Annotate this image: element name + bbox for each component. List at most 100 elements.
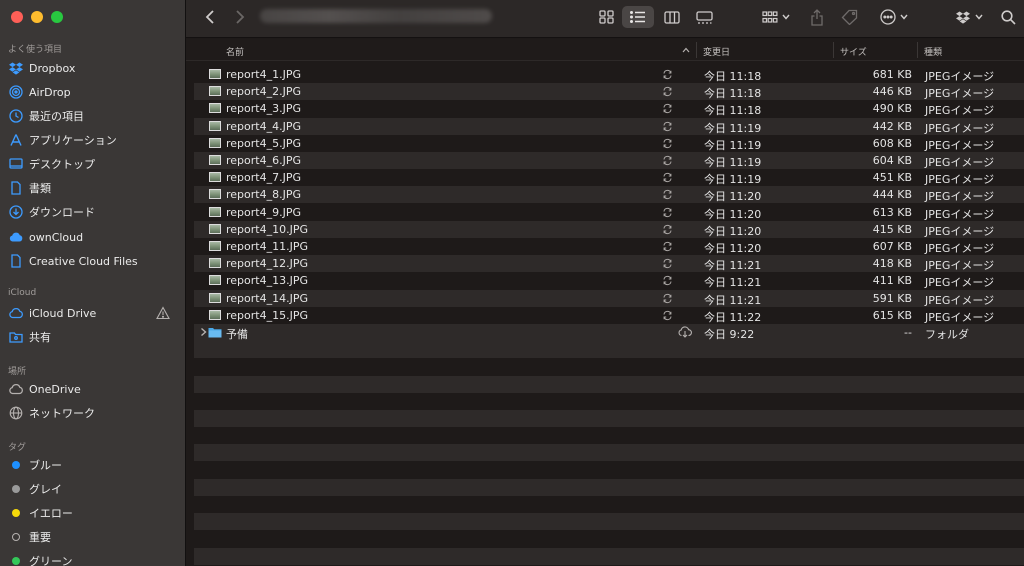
dropbox-icon bbox=[956, 11, 970, 24]
sidebar-item-documents[interactable]: 書類 bbox=[0, 177, 185, 199]
cloud-download-icon[interactable] bbox=[678, 326, 692, 338]
close-window-button[interactable] bbox=[11, 11, 23, 23]
file-modified: 今日 11:19 bbox=[704, 173, 762, 186]
sidebar-item-label: グレイ bbox=[29, 483, 62, 496]
sidebar-tag-yellow[interactable]: イエロー bbox=[0, 502, 185, 524]
file-row[interactable]: report4_3.JPG 今日 11:18 490 KB JPEGイメージ bbox=[194, 100, 1024, 117]
file-row[interactable]: report4_4.JPG 今日 11:19 442 KB JPEGイメージ bbox=[194, 118, 1024, 135]
column-divider[interactable] bbox=[833, 42, 834, 58]
file-row[interactable]: report4_11.JPG 今日 11:20 607 KB JPEGイメージ bbox=[194, 238, 1024, 255]
folder-icon bbox=[208, 328, 222, 338]
sync-status-icon bbox=[662, 69, 673, 80]
column-divider[interactable] bbox=[696, 42, 697, 58]
file-name: report4_7.JPG bbox=[226, 171, 301, 184]
file-kind: JPEGイメージ bbox=[925, 70, 995, 83]
sync-status-icon bbox=[662, 189, 673, 200]
file-size: 442 KB bbox=[872, 120, 912, 133]
search-button[interactable] bbox=[998, 6, 1018, 28]
sync-status-icon bbox=[662, 121, 673, 132]
file-size: 613 KB bbox=[872, 206, 912, 219]
applications-icon bbox=[9, 133, 23, 147]
sidebar-item-airdrop[interactable]: AirDrop bbox=[0, 81, 185, 103]
disclosure-triangle-icon[interactable] bbox=[199, 327, 208, 337]
column-divider[interactable] bbox=[917, 42, 918, 58]
sidebar-item-shared[interactable]: 共有 bbox=[0, 326, 185, 348]
grid-icon bbox=[598, 10, 614, 24]
sidebar-item-applications[interactable]: アプリケーション bbox=[0, 129, 185, 151]
sidebar-item-network[interactable]: ネットワーク bbox=[0, 402, 185, 424]
file-size: 444 KB bbox=[872, 188, 912, 201]
column-view-button[interactable] bbox=[658, 6, 686, 28]
image-thumbnail-icon bbox=[209, 138, 221, 148]
file-row[interactable]: report4_14.JPG 今日 11:21 591 KB JPEGイメージ bbox=[194, 290, 1024, 307]
image-thumbnail-icon bbox=[209, 241, 221, 251]
sidebar-item-desktop[interactable]: デスクトップ bbox=[0, 153, 185, 175]
file-row[interactable]: report4_10.JPG 今日 11:20 415 KB JPEGイメージ bbox=[194, 221, 1024, 238]
share-button[interactable] bbox=[806, 6, 828, 28]
column-header-kind[interactable]: 種類 bbox=[924, 45, 942, 58]
file-row[interactable]: report4_2.JPG 今日 11:18 446 KB JPEGイメージ bbox=[194, 83, 1024, 100]
desktop-icon bbox=[9, 157, 23, 171]
folder-modified: 今日 9:22 bbox=[704, 328, 755, 341]
sidebar-item-recents[interactable]: 最近の項目 bbox=[0, 105, 185, 127]
sidebar-item-label: 最近の項目 bbox=[29, 110, 84, 123]
column-header-name[interactable]: 名前 bbox=[226, 45, 244, 58]
file-row[interactable]: report4_7.JPG 今日 11:19 451 KB JPEGイメージ bbox=[194, 169, 1024, 186]
sidebar-item-label: イエロー bbox=[29, 507, 73, 520]
gallery-view-button[interactable] bbox=[690, 6, 718, 28]
dropbox-menu-button[interactable] bbox=[952, 6, 986, 28]
column-header-size[interactable]: サイズ bbox=[840, 45, 867, 58]
sync-status-icon bbox=[662, 241, 673, 252]
file-kind: JPEGイメージ bbox=[925, 294, 995, 307]
group-by-button[interactable] bbox=[758, 6, 794, 28]
gallery-icon bbox=[695, 10, 713, 24]
minimize-window-button[interactable] bbox=[31, 11, 43, 23]
file-row[interactable]: report4_6.JPG 今日 11:19 604 KB JPEGイメージ bbox=[194, 152, 1024, 169]
file-row[interactable]: report4_8.JPG 今日 11:20 444 KB JPEGイメージ bbox=[194, 186, 1024, 203]
forward-button[interactable] bbox=[230, 6, 250, 28]
document-icon bbox=[9, 181, 23, 195]
file-modified: 今日 11:20 bbox=[704, 225, 762, 238]
file-size: 490 KB bbox=[872, 102, 912, 115]
sidebar-item-downloads[interactable]: ダウンロード bbox=[0, 201, 185, 223]
sidebar-tag-green[interactable]: グリーン bbox=[0, 550, 185, 566]
file-row[interactable]: report4_13.JPG 今日 11:21 411 KB JPEGイメージ bbox=[194, 272, 1024, 289]
file-name: report4_2.JPG bbox=[226, 85, 301, 98]
sidebar-item-dropbox[interactable]: Dropbox bbox=[0, 57, 185, 79]
file-row[interactable]: report4_5.JPG 今日 11:19 608 KB JPEGイメージ bbox=[194, 135, 1024, 152]
file-name: report4_1.JPG bbox=[226, 68, 301, 81]
column-header-modified[interactable]: 変更日 bbox=[703, 45, 730, 58]
file-row[interactable]: report4_1.JPG 今日 11:18 681 KB JPEGイメージ bbox=[194, 66, 1024, 83]
sidebar-tag-important[interactable]: 重要 bbox=[0, 526, 185, 548]
sidebar-tag-blue[interactable]: ブルー bbox=[0, 454, 185, 476]
file-modified: 今日 11:19 bbox=[704, 122, 762, 135]
file-row[interactable]: report4_12.JPG 今日 11:21 418 KB JPEGイメージ bbox=[194, 255, 1024, 272]
icon-view-button[interactable] bbox=[592, 6, 620, 28]
file-modified: 今日 11:22 bbox=[704, 311, 762, 324]
file-row[interactable]: report4_9.JPG 今日 11:20 613 KB JPEGイメージ bbox=[194, 204, 1024, 221]
folder-row[interactable]: 予備 今日 9:22 -- フォルダ bbox=[194, 324, 1024, 341]
sidebar-item-onedrive[interactable]: OneDrive bbox=[0, 378, 185, 400]
file-name: report4_4.JPG bbox=[226, 120, 301, 133]
search-icon bbox=[1000, 9, 1016, 25]
chevron-down-icon bbox=[975, 14, 983, 20]
image-thumbnail-icon bbox=[209, 103, 221, 113]
empty-row-band bbox=[194, 444, 1024, 461]
sidebar-item-label: Dropbox bbox=[29, 61, 76, 75]
clock-icon bbox=[9, 109, 23, 123]
back-button[interactable] bbox=[200, 6, 220, 28]
chevron-left-icon bbox=[205, 10, 214, 24]
zoom-window-button[interactable] bbox=[51, 11, 63, 23]
sidebar-tag-gray[interactable]: グレイ bbox=[0, 478, 185, 500]
list-icon bbox=[630, 11, 645, 23]
sidebar-item-label: OneDrive bbox=[29, 382, 81, 396]
airdrop-icon bbox=[9, 85, 23, 99]
tags-button[interactable] bbox=[838, 6, 862, 28]
sidebar-item-creative-cloud-files[interactable]: Creative Cloud Files bbox=[0, 250, 185, 272]
warning-icon[interactable] bbox=[156, 306, 170, 320]
file-kind: JPEGイメージ bbox=[925, 259, 995, 272]
sidebar-item-owncloud[interactable]: ownCloud bbox=[0, 226, 185, 248]
file-row[interactable]: report4_15.JPG 今日 11:22 615 KB JPEGイメージ bbox=[194, 307, 1024, 324]
list-view-button[interactable] bbox=[622, 6, 654, 28]
action-menu-button[interactable] bbox=[876, 6, 912, 28]
